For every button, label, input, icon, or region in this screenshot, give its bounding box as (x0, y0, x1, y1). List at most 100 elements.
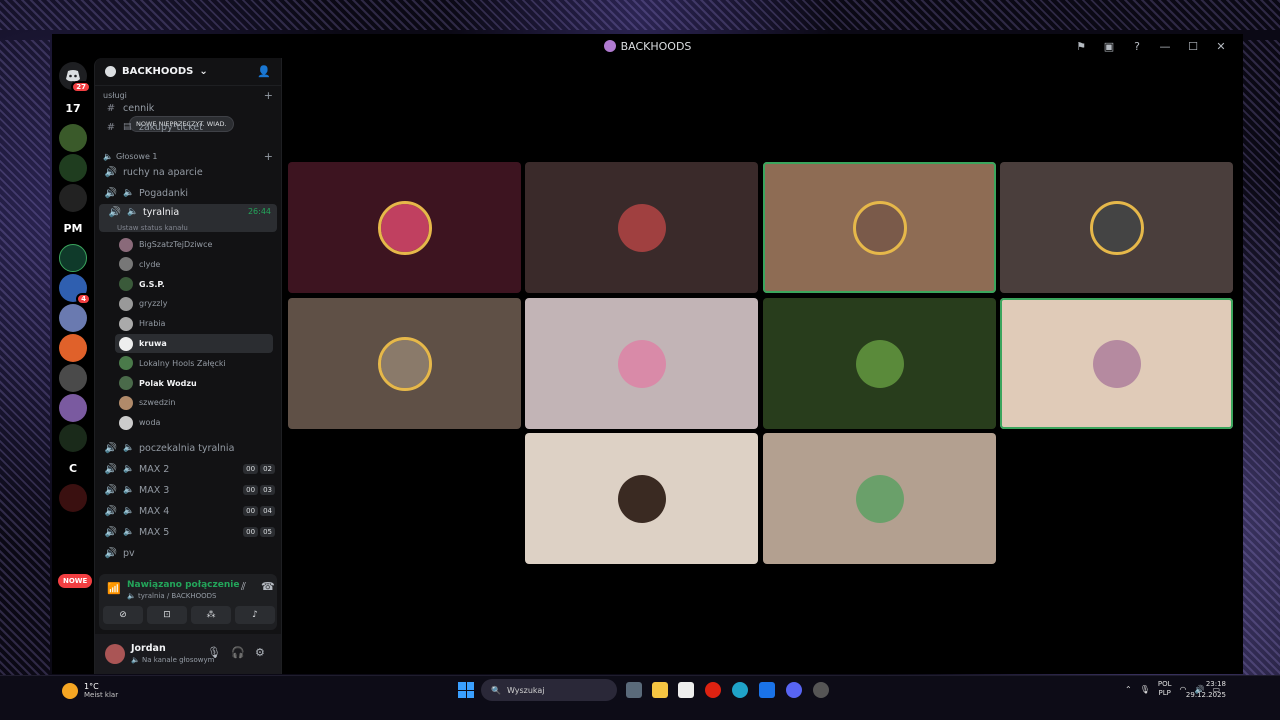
user-status-text: Na kanale głosowym (141, 656, 215, 664)
voice-user[interactable]: G.S.P. (115, 275, 273, 294)
opera-icon[interactable] (705, 682, 721, 698)
set-channel-status[interactable]: Ustaw status kanału (117, 224, 188, 232)
channel-poczekalnia[interactable]: 🔊 🔈 poczekalnia tyralnia (95, 438, 281, 458)
server-item[interactable] (59, 484, 87, 512)
speaker-icon: 🔈 (123, 443, 135, 453)
headphones-icon[interactable]: 🎧 (231, 646, 245, 659)
soundboard-button[interactable]: ♪ (235, 606, 275, 624)
guild-icon (105, 66, 116, 77)
new-messages-pill[interactable]: NOWE (58, 574, 93, 588)
participant-tile[interactable] (763, 433, 996, 564)
edge-icon[interactable] (732, 682, 748, 698)
signal-icon[interactable]: 📶 (107, 582, 121, 595)
mic-tray-icon[interactable]: 🎙 (1140, 685, 1150, 694)
channel-max4[interactable]: 🔊 🔈 MAX 4 00 04 (95, 501, 281, 521)
gear-icon[interactable]: ⚙ (255, 646, 265, 659)
chevron-up-icon[interactable]: ⌃ (1125, 685, 1132, 694)
close-icon[interactable]: ✕ (1207, 40, 1235, 53)
screen-share-button[interactable]: ⊡ (147, 606, 187, 624)
user-limit-pill: 00 02 (243, 464, 275, 474)
username[interactable]: Jordan (131, 643, 166, 654)
server-item[interactable] (59, 364, 87, 392)
activities-button[interactable]: ⁂ (191, 606, 231, 624)
voice-user-name: G.S.P. (139, 279, 165, 289)
channel-pogadanki[interactable]: 🔊 🔈 Pogadanki (95, 183, 281, 203)
channel-max5[interactable]: 🔊 🔈 MAX 5 00 05 (95, 522, 281, 542)
camera-off-button[interactable]: ⊘ (103, 606, 143, 624)
server-item[interactable]: 4 (59, 274, 91, 305)
participant-tile[interactable] (525, 162, 758, 293)
participant-tile[interactable] (1000, 298, 1233, 429)
weather-widget[interactable]: 1°C Meist klar (62, 682, 118, 699)
participant-tile[interactable] (763, 162, 996, 293)
channel-pv[interactable]: 🔊 pv (95, 543, 281, 563)
voice-user[interactable]: kruwa (115, 334, 273, 353)
disconnect-icon[interactable]: ☎ (261, 580, 275, 593)
start-button[interactable] (458, 682, 474, 698)
participant-tile[interactable] (1000, 162, 1233, 293)
voice-user[interactable]: clyde (115, 255, 273, 274)
screen-icon[interactable]: ▣ (1095, 40, 1123, 53)
language-indicator[interactable]: POL PLP (1158, 680, 1172, 698)
mail-icon[interactable] (759, 682, 775, 698)
noise-suppression-icon[interactable]: ⫽ (241, 580, 246, 594)
discord-icon[interactable] (786, 682, 802, 698)
guild-header[interactable]: BACKHOODS ⌄ 👤 (95, 58, 281, 86)
channel-max2[interactable]: 🔊 🔈 MAX 2 00 02 (95, 459, 281, 479)
discord-home-icon[interactable]: 27 (59, 62, 91, 93)
add-user-icon[interactable]: 👤 (257, 65, 271, 78)
channel-zakupy[interactable]: # ▤ zakupy¹ticket (95, 117, 281, 137)
app-icon[interactable] (813, 682, 829, 698)
channel-ruchy[interactable]: 🔊 ruchy na aparcie (95, 162, 281, 182)
server-item[interactable] (59, 334, 87, 362)
microphone-icon[interactable]: 🎙 (207, 646, 221, 659)
speaker-icon: 🔈 (123, 485, 135, 495)
server-item[interactable] (59, 514, 87, 542)
server-c[interactable]: C (59, 454, 87, 482)
channel-label: MAX 2 (139, 463, 170, 475)
avatar (855, 339, 904, 388)
server-item[interactable] (59, 244, 87, 272)
taskbar-search[interactable]: 🔍 Wyszukaj (481, 679, 617, 701)
participant-tile[interactable] (288, 162, 521, 293)
connection-channel[interactable]: 🔈 tyralnia / BACKHOODS (127, 592, 217, 600)
server-pm[interactable]: PM (59, 214, 87, 242)
clock[interactable]: 23:18 29.12.2025 (1186, 679, 1226, 701)
maximize-icon[interactable]: ☐ (1179, 40, 1207, 53)
voice-user[interactable]: szwedzin (115, 393, 273, 412)
server-item[interactable] (59, 184, 87, 212)
participant-tile[interactable] (525, 433, 758, 564)
server-item[interactable] (59, 154, 87, 182)
participant-tile[interactable] (763, 298, 996, 429)
avatar (855, 474, 904, 523)
server-item[interactable] (59, 394, 87, 422)
channel-label: pv (123, 547, 135, 559)
voice-user[interactable]: gryzzly (115, 294, 273, 313)
avatar-decoration (377, 200, 432, 255)
channel-timer: 26:44 (247, 207, 271, 216)
file-explorer-icon[interactable] (652, 682, 668, 698)
minimize-icon[interactable]: — (1151, 40, 1179, 53)
help-icon[interactable]: ? (1123, 40, 1151, 53)
store-icon[interactable] (678, 682, 694, 698)
channel-cennik[interactable]: # cennik (95, 98, 281, 118)
channel-max3[interactable]: 🔊 🔈 MAX 3 00 03 (95, 480, 281, 500)
avatar (119, 316, 133, 331)
voice-user-name: clyde (139, 259, 161, 269)
participant-tile[interactable] (288, 298, 521, 429)
server-item[interactable] (59, 124, 87, 152)
avatar (119, 395, 133, 410)
server-item[interactable] (59, 424, 87, 452)
task-view-icon[interactable] (626, 682, 642, 698)
voice-user[interactable]: Lokalny Hools Załęcki (115, 354, 273, 373)
voice-user[interactable]: woda (115, 413, 273, 432)
voice-user[interactable]: Polak Wodzu (115, 374, 273, 393)
server-17[interactable]: 17 (59, 94, 87, 122)
user-count: 00 (243, 485, 259, 495)
avatar[interactable] (105, 644, 125, 664)
voice-user[interactable]: Hrabia (115, 314, 273, 333)
participant-tile[interactable] (525, 298, 758, 429)
server-item[interactable] (59, 304, 87, 332)
flag-icon[interactable]: ⚑ (1067, 40, 1095, 53)
voice-user[interactable]: BigSzatzTejDziwce (115, 235, 273, 254)
